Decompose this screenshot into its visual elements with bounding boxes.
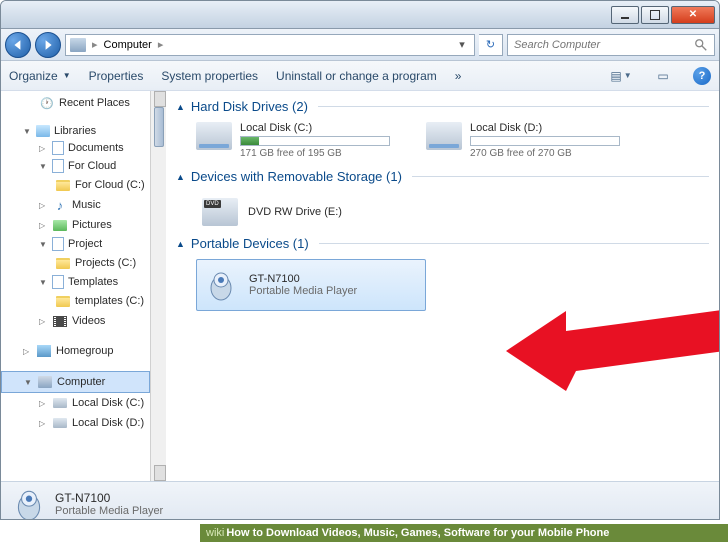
toolbar: Organize▼ Properties System properties U…	[1, 61, 719, 91]
media-player-icon	[203, 266, 239, 304]
libraries-icon	[36, 125, 50, 137]
dvd-icon	[202, 198, 238, 226]
titlebar: ✕	[1, 1, 719, 29]
help-button[interactable]: ?	[693, 67, 711, 85]
sidebar-item-documents[interactable]: ▷Documents	[1, 139, 150, 157]
pictures-icon	[53, 220, 67, 231]
forward-button[interactable]	[35, 32, 61, 58]
address-separator-2: ▸	[158, 38, 164, 51]
wikihow-caption: wikiHow to Download Videos, Music, Games…	[200, 524, 728, 542]
sidebar-item-music[interactable]: ▷Music	[1, 195, 150, 215]
sidebar-item-templates[interactable]: ▼Templates	[1, 273, 150, 291]
drive-d[interactable]: Local Disk (D:) 270 GB free of 270 GB	[426, 122, 626, 159]
folder-icon	[56, 180, 70, 191]
back-button[interactable]	[5, 32, 31, 58]
collapse-icon: ▲	[176, 102, 185, 112]
close-button[interactable]: ✕	[671, 6, 715, 24]
content-pane: ▲Hard Disk Drives (2) Local Disk (C:) 17…	[166, 91, 719, 481]
status-device-name: GT-N7100	[55, 491, 163, 505]
folder-icon	[52, 159, 64, 173]
toolbar-overflow[interactable]: »	[455, 69, 462, 83]
folder-icon	[56, 258, 70, 269]
address-dropdown-icon[interactable]: ▾	[454, 38, 470, 51]
address-separator-1: ▸	[92, 38, 98, 51]
videos-icon	[53, 316, 67, 327]
maximize-button[interactable]	[641, 6, 669, 24]
nav-bar: ▸ Computer ▸ ▾ ↻	[1, 29, 719, 61]
drive-d-free: 270 GB free of 270 GB	[470, 148, 626, 159]
group-header-portable[interactable]: ▲Portable Devices (1)	[176, 236, 709, 251]
sidebar-item-pictures[interactable]: ▷Pictures	[1, 215, 150, 235]
group-header-hdd[interactable]: ▲Hard Disk Drives (2)	[176, 99, 709, 114]
status-device-type: Portable Media Player	[55, 505, 163, 517]
system-properties-button[interactable]: System properties	[161, 69, 258, 83]
uninstall-button[interactable]: Uninstall or change a program	[276, 69, 437, 83]
sidebar-item-projects-c[interactable]: Projects (C:)	[1, 253, 150, 273]
nav-pane: Recent Places ▼Libraries ▷Documents ▼For…	[1, 91, 166, 481]
drive-d-name: Local Disk (D:)	[470, 122, 626, 134]
music-icon	[52, 197, 68, 213]
address-bar[interactable]: ▸ Computer ▸ ▾	[65, 34, 475, 56]
portable-device-name: GT-N7100	[249, 273, 357, 285]
annotation-arrow	[506, 291, 719, 411]
preview-pane-button[interactable]: ▭	[651, 66, 675, 86]
group-header-removable[interactable]: ▲Devices with Removable Storage (1)	[176, 169, 709, 184]
properties-button[interactable]: Properties	[89, 69, 144, 83]
details-pane: GT-N7100 Portable Media Player	[1, 481, 719, 520]
refresh-button[interactable]: ↻	[479, 34, 503, 56]
organize-menu[interactable]: Organize▼	[9, 69, 71, 83]
expand-icon[interactable]: ▼	[23, 127, 32, 136]
homegroup-icon	[37, 345, 51, 357]
collapse-icon: ▲	[176, 239, 185, 249]
search-input[interactable]	[514, 39, 688, 51]
disk-icon	[53, 398, 67, 408]
portable-device[interactable]: GT-N7100 Portable Media Player	[196, 259, 426, 311]
sidebar-item-project[interactable]: ▼Project	[1, 235, 150, 253]
disk-icon	[53, 418, 67, 428]
drive-c-capacity-bar	[240, 136, 390, 146]
address-location: Computer	[104, 39, 152, 51]
view-options-button[interactable]: ▤▼	[609, 66, 633, 86]
drive-icon	[426, 122, 462, 150]
sidebar-item-forcloud-c[interactable]: For Cloud (C:)	[1, 175, 150, 195]
media-player-icon	[13, 486, 45, 521]
drive-icon	[196, 122, 232, 150]
computer-icon	[38, 376, 52, 388]
search-icon	[694, 38, 708, 52]
sidebar-item-libraries[interactable]: ▼Libraries	[1, 123, 150, 139]
documents-icon	[52, 141, 64, 155]
drive-c[interactable]: Local Disk (C:) 171 GB free of 195 GB	[196, 122, 396, 159]
minimize-button[interactable]	[611, 6, 639, 24]
wikihow-prefix: wiki	[206, 527, 224, 539]
sidebar-item-videos[interactable]: ▷Videos	[1, 311, 150, 331]
folder-icon	[56, 296, 70, 307]
drive-c-name: Local Disk (C:)	[240, 122, 396, 134]
recent-icon	[39, 95, 55, 111]
collapse-icon: ▲	[176, 172, 185, 182]
sidebar-scrollbar[interactable]	[150, 91, 166, 481]
sidebar-item-forcloud[interactable]: ▼For Cloud	[1, 157, 150, 175]
sidebar-item-recent[interactable]: Recent Places	[1, 93, 150, 113]
folder-icon	[52, 237, 64, 251]
scrollbar-thumb[interactable]	[154, 107, 164, 147]
drive-d-capacity-bar	[470, 136, 620, 146]
sidebar-item-homegroup[interactable]: ▷Homegroup	[1, 341, 150, 361]
dvd-drive-name: DVD RW Drive (E:)	[248, 206, 342, 218]
wikihow-title: How to Download Videos, Music, Games, So…	[226, 527, 609, 539]
computer-icon	[70, 38, 86, 52]
folder-icon	[52, 275, 64, 289]
portable-device-type: Portable Media Player	[249, 285, 357, 297]
sidebar-item-computer[interactable]: ▼Computer	[1, 371, 150, 393]
dvd-drive[interactable]: DVD RW Drive (E:)	[196, 192, 396, 232]
sidebar-item-templates-c[interactable]: templates (C:)	[1, 291, 150, 311]
drive-c-free: 171 GB free of 195 GB	[240, 148, 396, 159]
sidebar-item-disk-d[interactable]: ▷Local Disk (D:)	[1, 413, 150, 433]
sidebar-item-disk-c[interactable]: ▷Local Disk (C:)	[1, 393, 150, 413]
search-box[interactable]	[507, 34, 715, 56]
